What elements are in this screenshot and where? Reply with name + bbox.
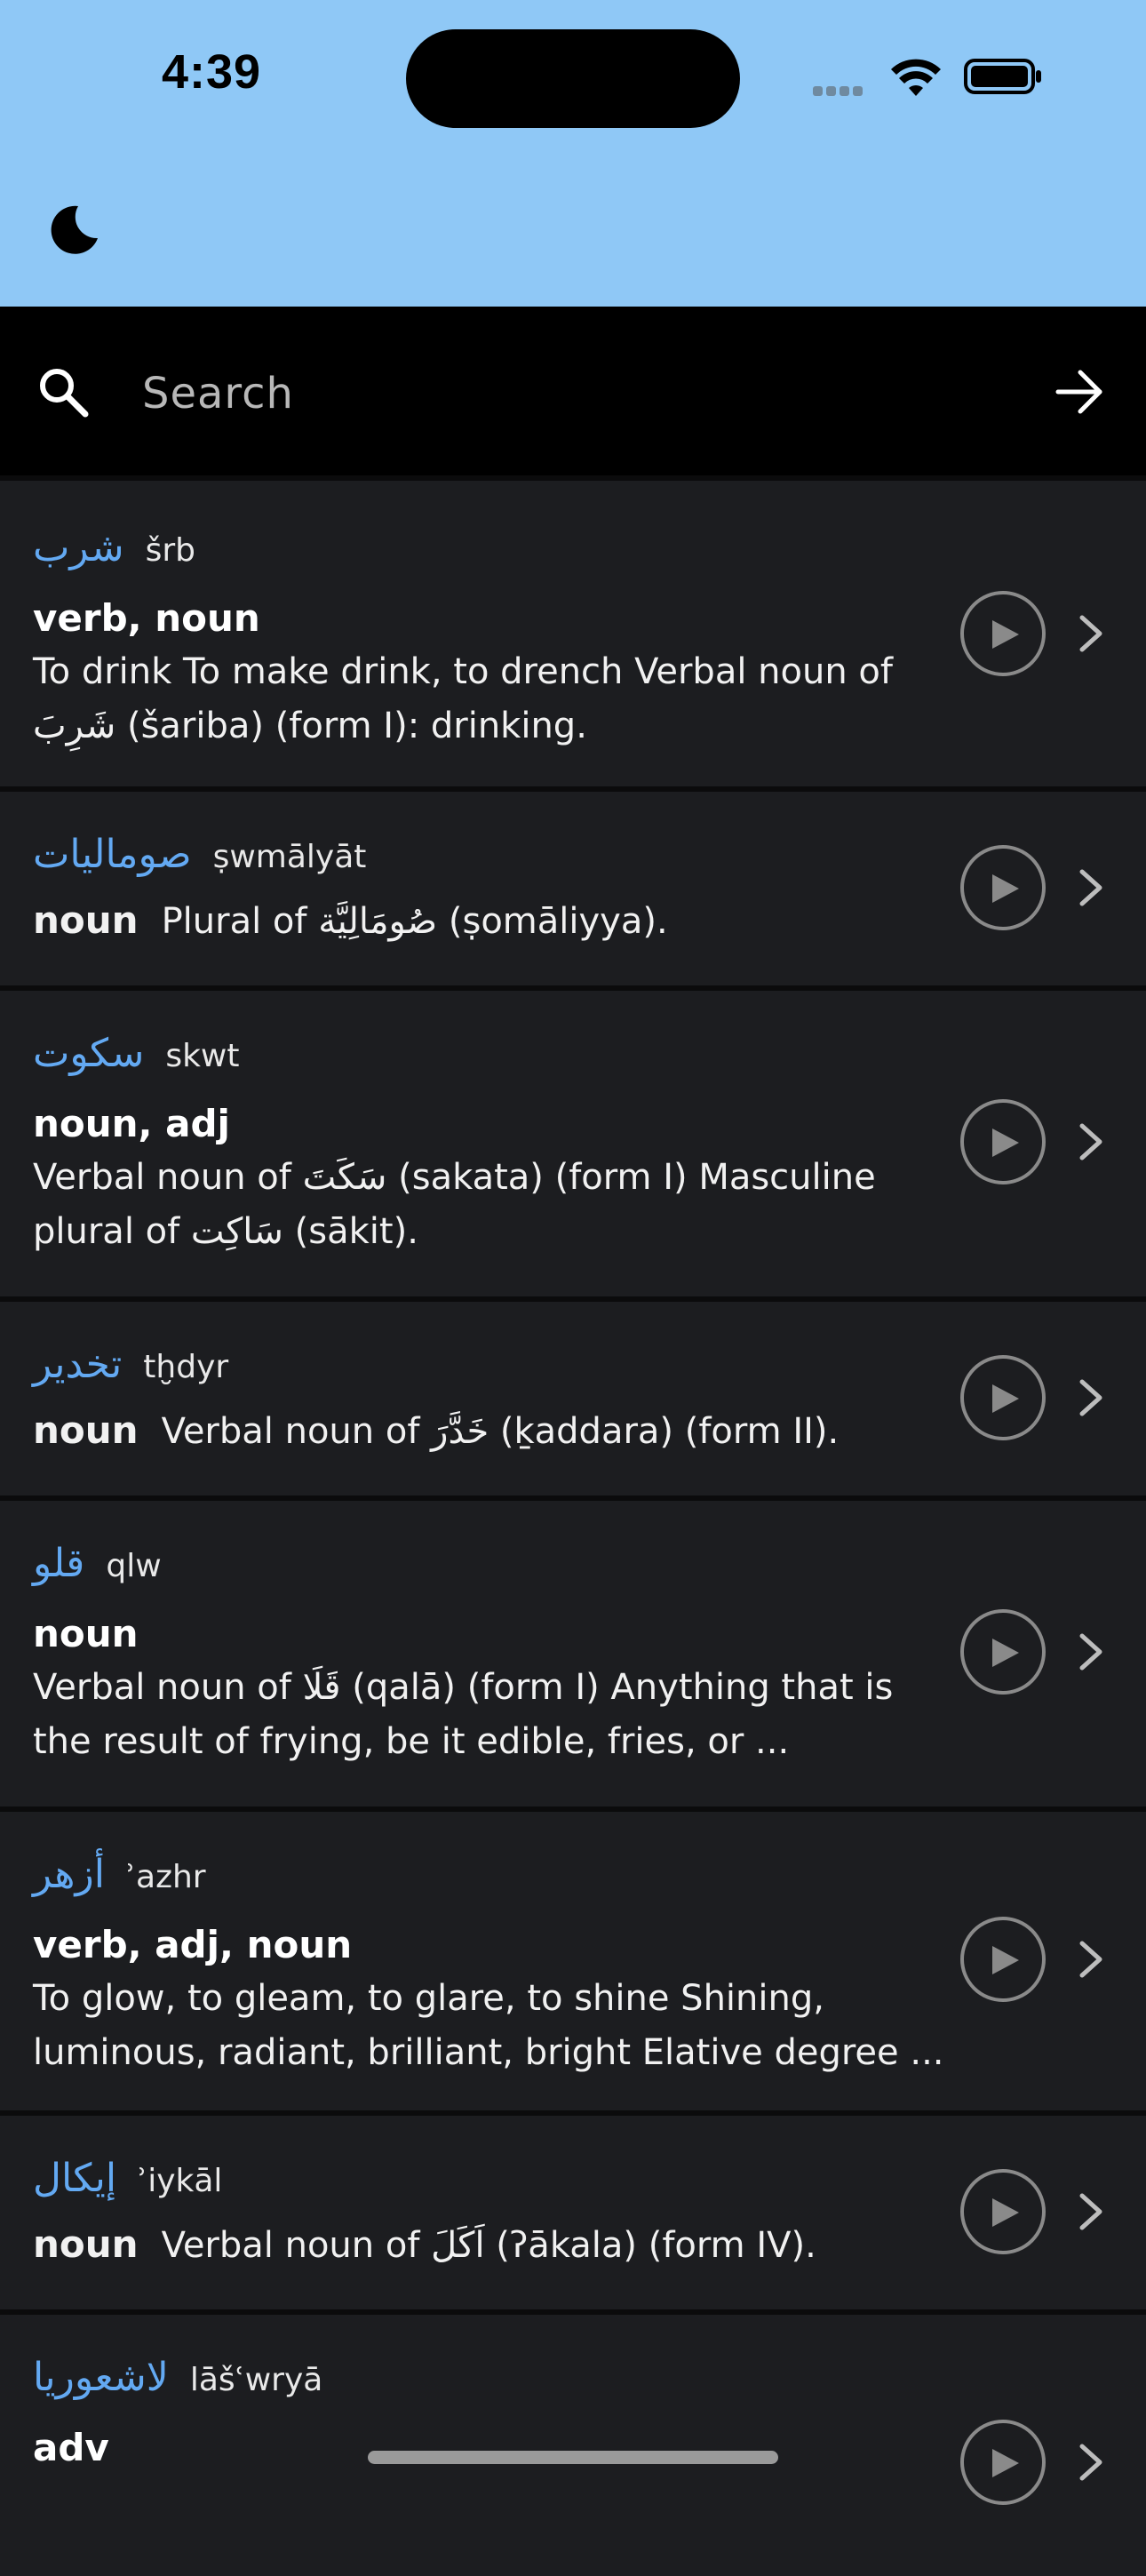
entry-definition: Verbal noun of اَكَلَ (ʔākala) (form IV)… [161,2225,816,2266]
list-item[interactable]: سكوت skwt noun, adj Verbal noun of سَكَت… [0,985,1146,1296]
entry-part-of-speech: verb, noun [33,596,260,640]
entry-part-of-speech: noun [33,898,139,942]
entry-part-of-speech: noun, adj [33,1102,230,1145]
entry-arabic: سكوت [33,1031,145,1076]
moon-icon[interactable] [46,201,103,258]
wifi-icon [891,59,941,96]
battery-icon [964,59,1041,94]
chevron-right-icon[interactable] [1075,2190,1107,2233]
list-item[interactable]: إيكال ʾiykāl noun Verbal noun of اَكَلَ (… [0,2110,1146,2309]
entry-definition: Verbal noun of خَدَّرَ (ḵaddara) (form I… [161,1411,840,1452]
entry-arabic: لاشعوريا [33,2355,169,2400]
entry-header: صوماليات ṣwmālyāt [33,832,366,877]
entry-transliteration: lāšʿwryā [189,2362,323,2398]
list-item[interactable]: قلو qlw noun Verbal noun of قَلَا (qalā)… [0,1495,1146,1806]
entry-transliteration: šrb [145,532,195,569]
search-icon [40,369,89,418]
entry-header: تخدير tḫdyr [33,1342,228,1387]
list-item[interactable]: شرب šrb verb, noun To drink To make drin… [0,475,1146,786]
chevron-right-icon[interactable] [1075,2441,1107,2484]
chevron-right-icon[interactable] [1075,1121,1107,1163]
entry-arabic: صوماليات [33,832,192,877]
entry-transliteration: ʾiykāl [138,2163,223,2199]
entry-transliteration: ṣwmālyāt [212,839,367,875]
entry-part-of-speech: noun [33,2222,139,2266]
chevron-right-icon[interactable] [1075,1376,1107,1419]
entry-summary: noun Verbal noun of خَدَّرَ (ḵaddara) (fo… [33,1408,839,1452]
play-audio-button[interactable] [960,1355,1046,1440]
entry-summary: noun Verbal noun of اَكَلَ (ʔākala) (form… [33,2222,816,2266]
play-audio-button[interactable] [960,845,1046,930]
entry-part-of-speech: adv [33,2426,109,2469]
chevron-right-icon[interactable] [1075,1631,1107,1673]
search-input[interactable] [140,362,1015,426]
entry-definition: To glow, to gleam, to glare, to shine Sh… [33,1978,944,2073]
entry-transliteration: ʾazhr [125,1859,206,1895]
status-time: 4:39 [162,45,262,99]
play-audio-button[interactable] [960,2169,1046,2254]
entry-header: إيكال ʾiykāl [33,2156,222,2201]
entry-header: أزهر ʾazhr [33,1852,206,1897]
list-item[interactable]: لاشعوريا lāšʿwryā adv [0,2309,1146,2576]
entry-header: لاشعوريا lāšʿwryā [33,2355,322,2400]
entry-arabic: أزهر [33,1852,105,1897]
chevron-right-icon[interactable] [1075,866,1107,909]
entry-transliteration: qlw [106,1548,162,1584]
entry-transliteration: skwt [165,1038,240,1074]
chevron-right-icon[interactable] [1075,612,1107,655]
entry-part-of-speech: noun [33,1612,139,1655]
entry-definition: To drink To make drink, to drench Verbal… [33,651,893,746]
entry-arabic: شرب [33,525,124,570]
entry-definition: Plural of صُومَالِيَّة (ṣomāliyya). [161,901,668,942]
play-audio-button[interactable] [960,2420,1046,2505]
entry-transliteration: tḫdyr [143,1349,229,1385]
list-item[interactable]: أزهر ʾazhr verb, adj, noun To glow, to g… [0,1806,1146,2110]
entry-part-of-speech: noun [33,1408,139,1452]
list-item[interactable]: تخدير tḫdyr noun Verbal noun of خَدَّرَ (… [0,1296,1146,1495]
entry-definition: Verbal noun of قَلَا (qalā) (form I) Any… [33,1667,894,1762]
list-item[interactable]: صوماليات ṣwmālyāt noun Plural of صُومَالِ… [0,786,1146,985]
play-audio-button[interactable] [960,1917,1046,2002]
entry-header: شرب šrb [33,525,195,570]
entry-arabic: تخدير [33,1342,123,1387]
entry-header: قلو qlw [33,1541,162,1586]
play-audio-button[interactable] [960,591,1046,676]
play-audio-button[interactable] [960,1609,1046,1695]
dynamic-island [406,29,740,128]
entry-definition: Verbal noun of سَكَتَ (sakata) (form I) … [33,1157,876,1252]
entry-header: سكوت skwt [33,1031,240,1076]
cellular-signal-icon [813,83,866,100]
entry-part-of-speech: verb, adj, noun [33,1923,353,1966]
entry-arabic: إيكال [33,2156,117,2201]
play-audio-button[interactable] [960,1099,1046,1184]
chevron-right-icon[interactable] [1075,1938,1107,1981]
arrow-right-icon[interactable] [1054,366,1105,418]
entry-arabic: قلو [33,1541,85,1586]
entry-summary: noun Plural of صُومَالِيَّة (ṣomāliyya). [33,898,668,942]
home-indicator[interactable] [368,2451,778,2464]
results-list: شرب šrb verb, noun To drink To make drin… [0,475,1146,2576]
